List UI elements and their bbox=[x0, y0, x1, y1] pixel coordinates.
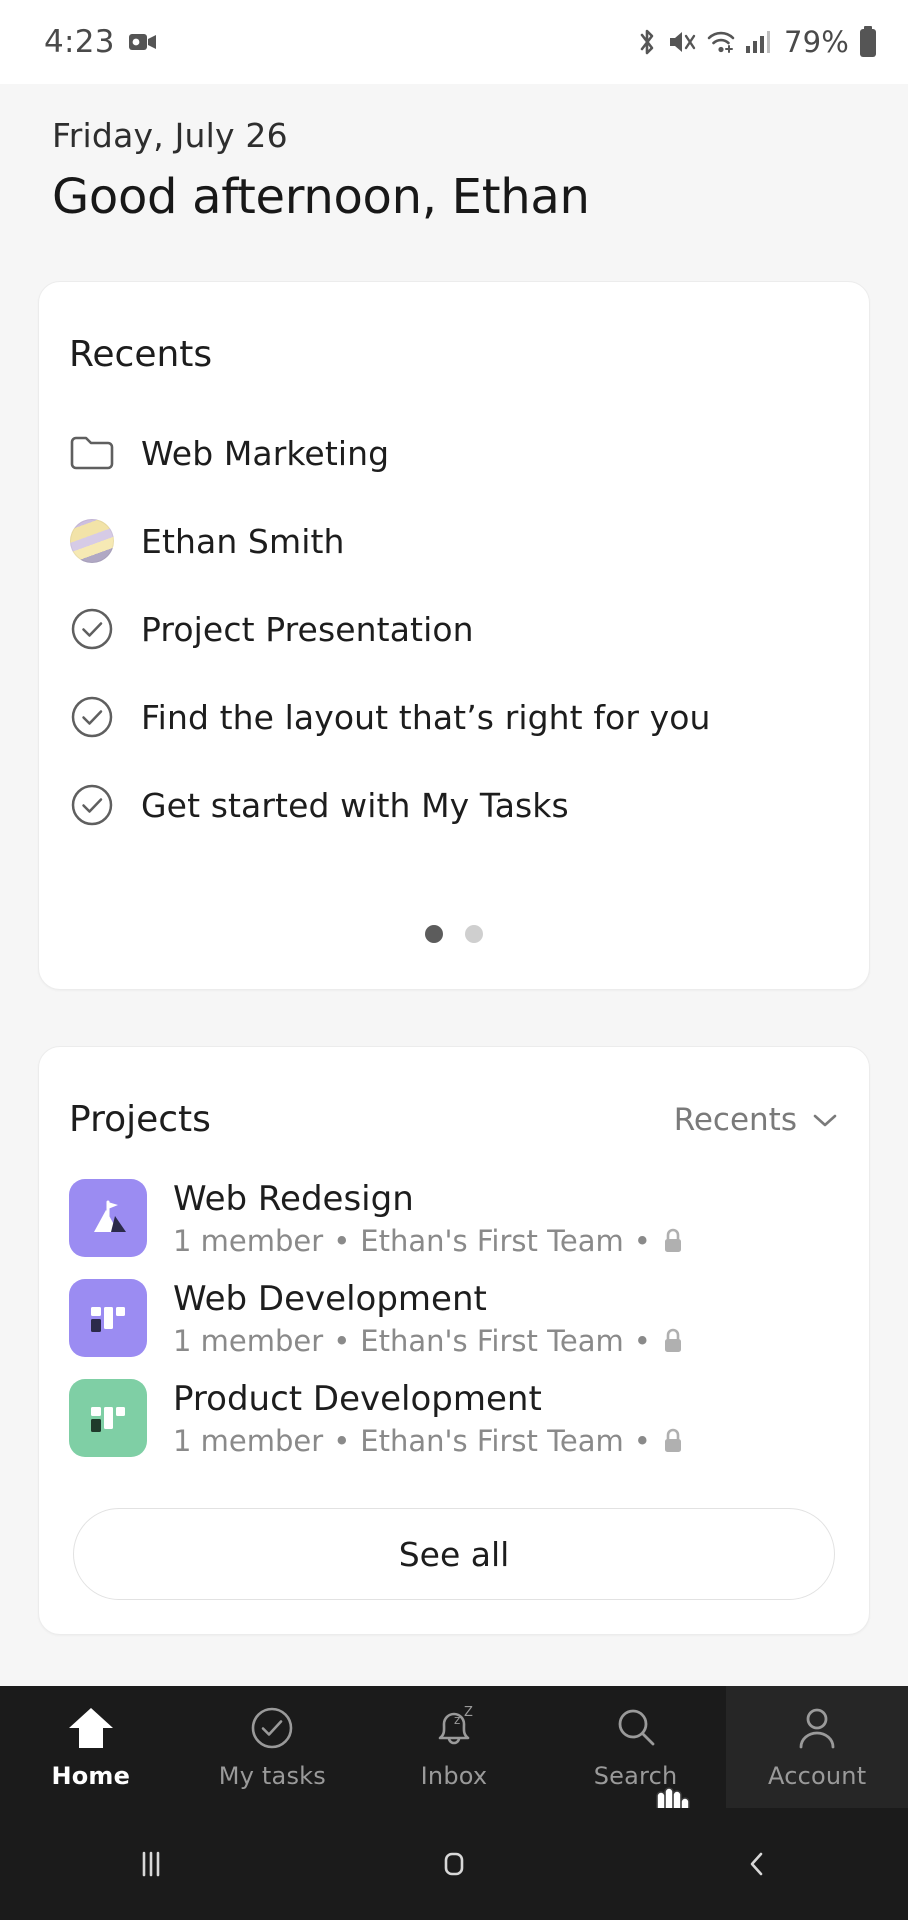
status-bar-right: 79% bbox=[636, 25, 878, 59]
meta-separator: • bbox=[333, 1323, 351, 1358]
bottom-navigation-bar: Home My tasks z Z Inbox Search Account bbox=[0, 1686, 908, 1808]
project-row-web-development[interactable]: Web Development 1 member • Ethan's First… bbox=[39, 1268, 869, 1368]
meta-separator: • bbox=[333, 1223, 351, 1258]
meta-separator: • bbox=[333, 1423, 351, 1458]
nav-item-account[interactable]: Account bbox=[726, 1686, 908, 1808]
android-system-nav bbox=[0, 1808, 908, 1920]
carousel-pagination bbox=[39, 849, 869, 989]
project-name: Product Development bbox=[173, 1378, 542, 1419]
project-row-product-development[interactable]: Product Development 1 member • Ethan's F… bbox=[39, 1368, 869, 1468]
project-team: Ethan's First Team bbox=[360, 1423, 624, 1458]
recent-item-web-marketing[interactable]: Web Marketing bbox=[39, 409, 869, 497]
recent-item-label: Project Presentation bbox=[141, 609, 474, 649]
project-meta: 1 member • Ethan's First Team • bbox=[173, 1424, 685, 1458]
recents-icon[interactable] bbox=[0, 1845, 303, 1883]
nav-item-search[interactable]: Search bbox=[545, 1686, 727, 1808]
greeting-title: Good afternoon, Ethan bbox=[52, 169, 590, 225]
recents-title: Recents bbox=[69, 334, 213, 375]
recents-list: Web Marketing Ethan Smith Project Presen… bbox=[39, 375, 869, 849]
recent-item-label: Get started with My Tasks bbox=[141, 785, 569, 825]
avatar bbox=[69, 518, 115, 564]
project-team: Ethan's First Team bbox=[360, 1323, 624, 1358]
greeting-block: Friday, July 26 Good afternoon, Ethan bbox=[0, 84, 908, 225]
main-content: Friday, July 26 Good afternoon, Ethan Re… bbox=[0, 84, 908, 1920]
projects-sort-label: Recents bbox=[673, 1101, 797, 1138]
recent-item-label: Ethan Smith bbox=[141, 521, 345, 561]
avatar-image bbox=[70, 519, 114, 563]
search-icon bbox=[612, 1704, 660, 1752]
nav-label-my-tasks: My tasks bbox=[218, 1762, 326, 1790]
pagination-dot-active[interactable] bbox=[425, 925, 443, 943]
recent-item-label: Find the layout that’s right for you bbox=[141, 697, 711, 737]
nav-item-inbox[interactable]: z Z Inbox bbox=[363, 1686, 545, 1808]
projects-list: Web Redesign 1 member • Ethan's First Te… bbox=[39, 1140, 869, 1468]
back-chevron-icon[interactable] bbox=[605, 1845, 908, 1883]
folder-icon bbox=[69, 430, 115, 476]
project-text: Web Development 1 member • Ethan's First… bbox=[173, 1279, 685, 1358]
svg-text:Z: Z bbox=[464, 1705, 473, 1720]
person-icon bbox=[793, 1704, 841, 1752]
nav-item-my-tasks[interactable]: My tasks bbox=[182, 1686, 364, 1808]
nav-label-inbox: Inbox bbox=[420, 1762, 488, 1790]
wifi-icon bbox=[706, 29, 736, 55]
recent-item-ethan-smith[interactable]: Ethan Smith bbox=[39, 497, 869, 585]
projects-sort-dropdown[interactable]: Recents bbox=[674, 1102, 839, 1138]
board-icon bbox=[69, 1279, 147, 1357]
mountain-flag-icon bbox=[69, 1179, 147, 1257]
lock-icon bbox=[661, 1228, 685, 1254]
battery-icon bbox=[858, 26, 878, 58]
app-screen: 4:23 79% Friday, July 26 Good afternoon,… bbox=[0, 0, 908, 1920]
home-icon bbox=[65, 1704, 117, 1752]
meta-separator: • bbox=[633, 1323, 651, 1358]
project-members: 1 member bbox=[173, 1423, 324, 1458]
pagination-dot-inactive[interactable] bbox=[465, 925, 483, 943]
status-bar-clock: 4:23 bbox=[44, 24, 115, 60]
svg-text:z: z bbox=[454, 1713, 460, 1727]
project-text: Web Redesign 1 member • Ethan's First Te… bbox=[173, 1179, 685, 1258]
status-bar-left: 4:23 bbox=[44, 24, 157, 60]
project-team: Ethan's First Team bbox=[360, 1223, 624, 1258]
current-date: Friday, July 26 bbox=[52, 116, 288, 155]
see-all-button[interactable]: See all bbox=[73, 1508, 835, 1600]
check-circle-icon bbox=[248, 1704, 296, 1752]
meta-separator: • bbox=[633, 1423, 651, 1458]
board-icon bbox=[69, 1379, 147, 1457]
project-text: Product Development 1 member • Ethan's F… bbox=[173, 1379, 685, 1458]
lock-icon bbox=[661, 1328, 685, 1354]
recent-item-label: Web Marketing bbox=[141, 433, 390, 473]
nav-label-home: Home bbox=[51, 1762, 131, 1790]
project-members: 1 member bbox=[173, 1223, 324, 1258]
projects-card: Projects Recents Web Redesign 1 member •… bbox=[38, 1046, 870, 1635]
see-all-wrapper: See all bbox=[39, 1468, 869, 1634]
project-meta: 1 member • Ethan's First Team • bbox=[173, 1324, 685, 1358]
project-row-web-redesign[interactable]: Web Redesign 1 member • Ethan's First Te… bbox=[39, 1168, 869, 1268]
home-square-icon[interactable] bbox=[303, 1845, 606, 1883]
lock-icon bbox=[661, 1428, 685, 1454]
projects-title: Projects bbox=[69, 1099, 211, 1140]
battery-percent-label: 79% bbox=[783, 25, 849, 59]
bell-snooze-icon: z Z bbox=[428, 1704, 480, 1752]
recent-item-find-layout[interactable]: Find the layout that’s right for you bbox=[39, 673, 869, 761]
recents-card: Recents Web Marketing Ethan Smith Projec… bbox=[38, 281, 870, 990]
project-name: Web Development bbox=[173, 1278, 487, 1319]
meta-separator: • bbox=[633, 1223, 651, 1258]
project-name: Web Redesign bbox=[173, 1178, 414, 1219]
recent-item-get-started[interactable]: Get started with My Tasks bbox=[39, 761, 869, 849]
nav-item-home[interactable]: Home bbox=[0, 1686, 182, 1808]
status-bar: 4:23 79% bbox=[0, 0, 908, 84]
check-circle-icon bbox=[69, 782, 115, 828]
chevron-down-icon bbox=[811, 1111, 839, 1129]
project-meta: 1 member • Ethan's First Team • bbox=[173, 1224, 685, 1258]
bluetooth-icon bbox=[636, 27, 658, 57]
check-circle-icon bbox=[69, 694, 115, 740]
project-members: 1 member bbox=[173, 1323, 324, 1358]
check-circle-icon bbox=[69, 606, 115, 652]
nav-label-account: Account bbox=[768, 1762, 867, 1790]
projects-header: Projects Recents bbox=[39, 1047, 869, 1140]
mute-icon bbox=[667, 28, 697, 56]
nav-label-search: Search bbox=[593, 1762, 678, 1790]
video-record-icon bbox=[128, 32, 157, 52]
recent-item-project-presentation[interactable]: Project Presentation bbox=[39, 585, 869, 673]
cellular-signal-icon bbox=[745, 29, 771, 55]
